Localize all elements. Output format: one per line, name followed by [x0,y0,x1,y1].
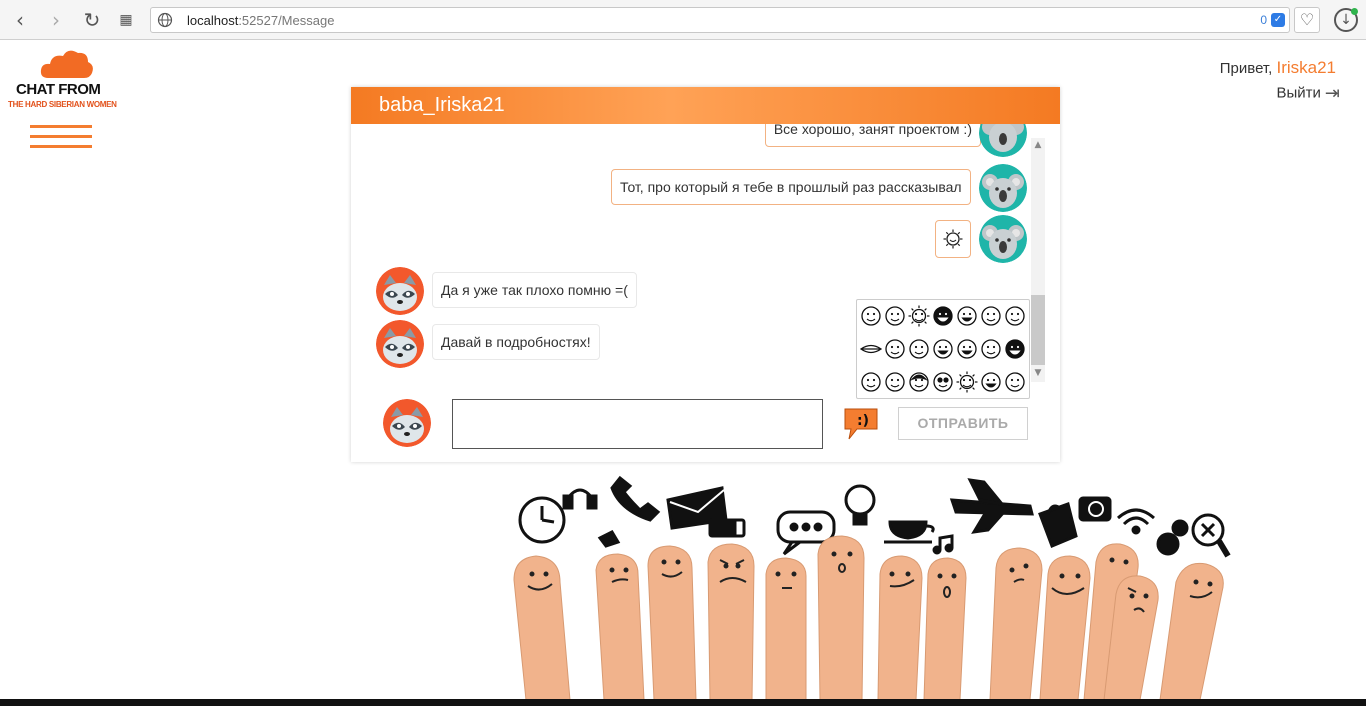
globe-icon [157,12,173,28]
emoji-grid [859,305,1025,393]
smile-emoji-icon[interactable] [861,372,881,392]
logout-link[interactable]: Выйти ⇥ [1276,83,1340,104]
logo-title: CHAT FROM [16,81,101,98]
emoji-toggle-icon[interactable]: :) [843,407,879,441]
message-bubble: Тот, про который я тебе в прошлый раз ра… [611,169,971,205]
address-bar[interactable]: localhost:52527/Message 0 ✓ [150,7,1290,33]
reload-icon[interactable]: ↻ [80,8,104,32]
koala-avatar [979,215,1027,263]
smile-emoji-icon[interactable] [885,372,905,392]
greeting: Привет, Iriska21 [1219,58,1336,77]
wink-emoji-icon[interactable] [885,339,905,359]
smile-emoji-icon[interactable] [1005,372,1025,392]
heart-icon[interactable]: ♡ [1294,7,1320,33]
koala-avatar [979,124,1027,157]
scrollbar-thumb[interactable] [1031,295,1045,365]
download-status-dot [1351,8,1358,15]
chat-title: baba_Iriska21 [351,87,1060,124]
raccoon-avatar [376,267,424,315]
back-icon[interactable]: ‹ [8,8,32,32]
fingers-illustration [513,475,1231,700]
raccoon-avatar [376,320,424,368]
download-icon[interactable]: ↓ [1334,8,1358,32]
forward-icon[interactable]: › [44,8,68,32]
cloud-icon [40,50,93,78]
finger-group [513,535,1224,700]
shield-icon[interactable]: ✓ [1271,13,1285,27]
lips-emoji-icon[interactable] [859,344,883,354]
sun-smile-emoji-icon [943,229,963,249]
smile-emoji-icon[interactable] [981,339,1001,359]
scroll-up-icon[interactable]: ▲ [1032,139,1044,151]
browser-toolbar: ‹ › ↻ ▦ localhost:52527/Message 0 ✓ ♡ ↓ [0,0,1366,40]
hair-emoji-icon[interactable] [909,372,929,392]
smile-emoji-icon[interactable] [861,306,881,326]
sun-smile-emoji-icon[interactable] [908,305,930,327]
site-logo[interactable]: CHAT FROM THE HARD SIBERIAN WOMEN [8,48,118,112]
message-bubble: Давай в подробностях! [432,324,600,360]
cool-emoji-icon[interactable] [933,372,953,392]
speed-dial-icon[interactable]: ▦ [114,8,138,32]
smile-emoji-icon[interactable] [885,306,905,326]
send-button[interactable]: ОТПРАВИТЬ [898,407,1028,440]
menu-icon[interactable] [30,125,92,151]
logo-subtitle: THE HARD SIBERIAN WOMEN [8,100,117,109]
taskbar [0,699,1366,706]
username[interactable]: Iriska21 [1276,58,1336,77]
sun-emoji-icon[interactable] [956,371,978,393]
grin-dark-emoji-icon[interactable] [933,306,953,326]
scroll-down-icon[interactable]: ▼ [1032,367,1044,379]
grin-emoji-icon[interactable] [957,306,977,326]
raccoon-avatar [383,399,431,447]
url-text: localhost:52527/Message [187,13,335,28]
emoji-picker [856,299,1030,399]
grin-emoji-icon[interactable] [933,339,953,359]
koala-avatar [979,164,1027,212]
message-bubble: Да я уже так плохо помню =( [432,272,637,308]
message-bubble [935,220,971,258]
chat-window: baba_Iriska21 Все хорошо, занят проектом… [351,87,1060,462]
svg-text::): :) [857,413,869,429]
blocked-count: 0 [1260,13,1267,27]
smile-emoji-icon[interactable] [909,339,929,359]
smile-emoji-icon[interactable] [1005,306,1025,326]
message-bubble: Все хорошо, занят проектом :) [764,124,981,147]
message-input[interactable] [452,399,823,449]
laugh-emoji-icon[interactable] [957,339,977,359]
logout-icon: ⇥ [1324,83,1340,104]
happy-emoji-icon[interactable] [981,372,1001,392]
grin-dark-emoji-icon[interactable] [1005,339,1025,359]
squint-emoji-icon[interactable] [981,306,1001,326]
